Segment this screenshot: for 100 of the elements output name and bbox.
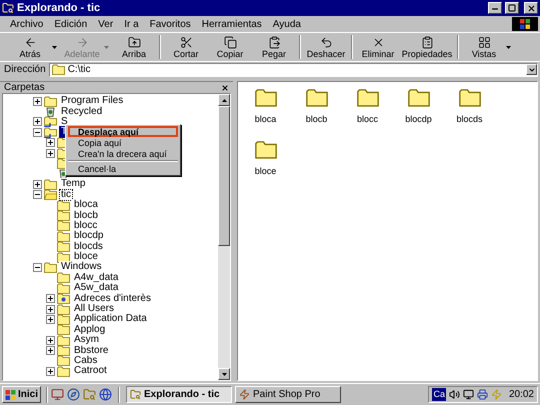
toolbar-button[interactable]: Deshacer bbox=[304, 34, 348, 60]
menu-item[interactable]: Favoritos bbox=[150, 16, 191, 32]
minimize-button[interactable] bbox=[488, 2, 502, 14]
address-field[interactable]: C:\tic bbox=[48, 62, 538, 76]
tree-item[interactable]: Application Data bbox=[72, 313, 149, 326]
expand-toggle[interactable] bbox=[46, 366, 55, 376]
large-folder-icon bbox=[306, 88, 328, 107]
menu-option[interactable]: Desplaça aquí bbox=[68, 126, 178, 137]
globe-icon[interactable] bbox=[99, 388, 112, 401]
minus-icon bbox=[35, 130, 40, 135]
menu-item[interactable]: Ir a bbox=[124, 16, 139, 32]
expand-toggle[interactable] bbox=[46, 346, 55, 356]
tree-item[interactable]: A5w_data bbox=[72, 282, 120, 294]
folder-icon bbox=[57, 282, 70, 294]
folder-search-icon[interactable] bbox=[83, 388, 96, 401]
scrollbar[interactable] bbox=[218, 94, 230, 380]
folder-icon bbox=[44, 96, 57, 107]
expand-toggle[interactable] bbox=[46, 314, 55, 324]
recycle-bin-icon bbox=[44, 106, 57, 118]
menu-option[interactable]: Crea'n la drecera aquí bbox=[68, 148, 178, 159]
tree-item[interactable]: Asym bbox=[72, 334, 101, 346]
folder-label[interactable]: blocc bbox=[356, 115, 378, 124]
menu-option[interactable]: Cancel·la bbox=[68, 163, 178, 174]
large-folder-icon bbox=[408, 88, 430, 107]
folder-icon bbox=[57, 355, 70, 366]
expand-toggle[interactable] bbox=[46, 336, 55, 345]
toolbar-button[interactable]: Propiedades bbox=[400, 34, 454, 60]
expand-toggle[interactable] bbox=[33, 117, 42, 126]
compass-icon[interactable] bbox=[67, 388, 80, 401]
toolbar-button[interactable]: Copiar bbox=[208, 34, 252, 60]
expand-toggle[interactable] bbox=[46, 294, 55, 304]
plus-icon bbox=[48, 150, 53, 156]
folder-label[interactable]: bloce bbox=[254, 167, 276, 176]
expand-toggle[interactable] bbox=[46, 148, 55, 158]
address-label: Dirección bbox=[4, 63, 46, 77]
toolbar-button[interactable]: Vistas bbox=[462, 34, 506, 60]
taskbar-button[interactable]: Explorando - tic bbox=[126, 386, 232, 403]
expand-toggle[interactable] bbox=[46, 304, 55, 314]
menu-item[interactable]: Archivo bbox=[10, 16, 44, 32]
dropdown-arrow-icon[interactable] bbox=[506, 46, 511, 48]
minus-icon bbox=[35, 192, 40, 198]
folder-icon bbox=[57, 241, 70, 252]
tree-item[interactable]: tic bbox=[59, 188, 73, 201]
collapse-toggle[interactable] bbox=[33, 190, 42, 200]
properties-icon bbox=[420, 36, 434, 48]
toolbar-button[interactable]: Arriba bbox=[112, 34, 156, 60]
toolbar-button[interactable]: Eliminar bbox=[356, 34, 400, 60]
down-arrow-icon[interactable] bbox=[222, 372, 226, 376]
menu-item[interactable]: Ayuda bbox=[272, 16, 301, 32]
folder-icon bbox=[57, 304, 70, 315]
printer-icon[interactable] bbox=[476, 389, 488, 400]
menu-item[interactable]: Edición bbox=[54, 16, 88, 32]
maximize-button[interactable] bbox=[505, 2, 519, 14]
minus-icon bbox=[35, 264, 40, 270]
plus-icon bbox=[48, 140, 53, 146]
folder-icon bbox=[57, 230, 70, 242]
plus-icon bbox=[48, 306, 53, 312]
close-button[interactable] bbox=[524, 2, 538, 14]
menu-item[interactable]: Ver bbox=[98, 16, 114, 32]
tree-item[interactable]: Temp bbox=[59, 178, 88, 190]
folder-icon bbox=[57, 200, 70, 211]
tree-item[interactable]: Program Files bbox=[59, 95, 126, 108]
monitor-icon[interactable] bbox=[462, 389, 474, 400]
close-icon[interactable] bbox=[221, 84, 229, 92]
collapse-toggle[interactable] bbox=[33, 262, 42, 272]
tree-item[interactable]: Recycled bbox=[59, 106, 104, 118]
folder-icon bbox=[57, 272, 70, 284]
up-arrow-icon[interactable] bbox=[222, 98, 226, 102]
back-arrow-icon bbox=[24, 36, 36, 48]
folder-label[interactable]: bloca bbox=[254, 115, 276, 124]
collapse-toggle[interactable] bbox=[33, 128, 42, 137]
toolbar-button[interactable]: Cortar bbox=[164, 34, 208, 60]
menu-option[interactable]: Copia aquí bbox=[68, 137, 178, 148]
expand-toggle[interactable] bbox=[33, 180, 42, 189]
dropdown-button[interactable] bbox=[526, 64, 537, 75]
taskbar-button[interactable]: Paint Shop Pro bbox=[235, 386, 342, 403]
tree-item[interactable]: blocdp bbox=[72, 230, 106, 242]
toolbar-button[interactable]: Atrás bbox=[8, 34, 52, 60]
large-folder-icon bbox=[356, 88, 378, 107]
plus-icon bbox=[48, 348, 53, 354]
dropdown-arrow-icon[interactable] bbox=[52, 46, 57, 48]
grid-icon bbox=[478, 36, 490, 48]
expand-toggle[interactable] bbox=[46, 138, 55, 148]
folder-label[interactable]: blocb bbox=[306, 115, 328, 124]
folder-icon bbox=[57, 210, 70, 221]
folder-icon bbox=[52, 64, 65, 75]
clipboard-icon bbox=[268, 36, 280, 48]
toolbar-button[interactable]: Pegar bbox=[252, 34, 296, 60]
start-button[interactable]: Inici bbox=[2, 386, 42, 403]
speaker-icon[interactable] bbox=[448, 389, 460, 400]
forward-arrow-icon bbox=[76, 36, 88, 48]
folder-label[interactable]: blocds bbox=[456, 115, 482, 124]
expand-toggle[interactable] bbox=[33, 96, 42, 106]
clock: 20:02 bbox=[508, 388, 534, 402]
desktop-icon[interactable] bbox=[51, 388, 64, 401]
shared-folder-icon bbox=[44, 116, 57, 128]
scissors-icon bbox=[180, 36, 192, 48]
folder-label[interactable]: blocdp bbox=[405, 115, 432, 124]
language-indicator[interactable]: Ca bbox=[432, 388, 446, 402]
menu-item[interactable]: Herramientas bbox=[202, 16, 262, 32]
